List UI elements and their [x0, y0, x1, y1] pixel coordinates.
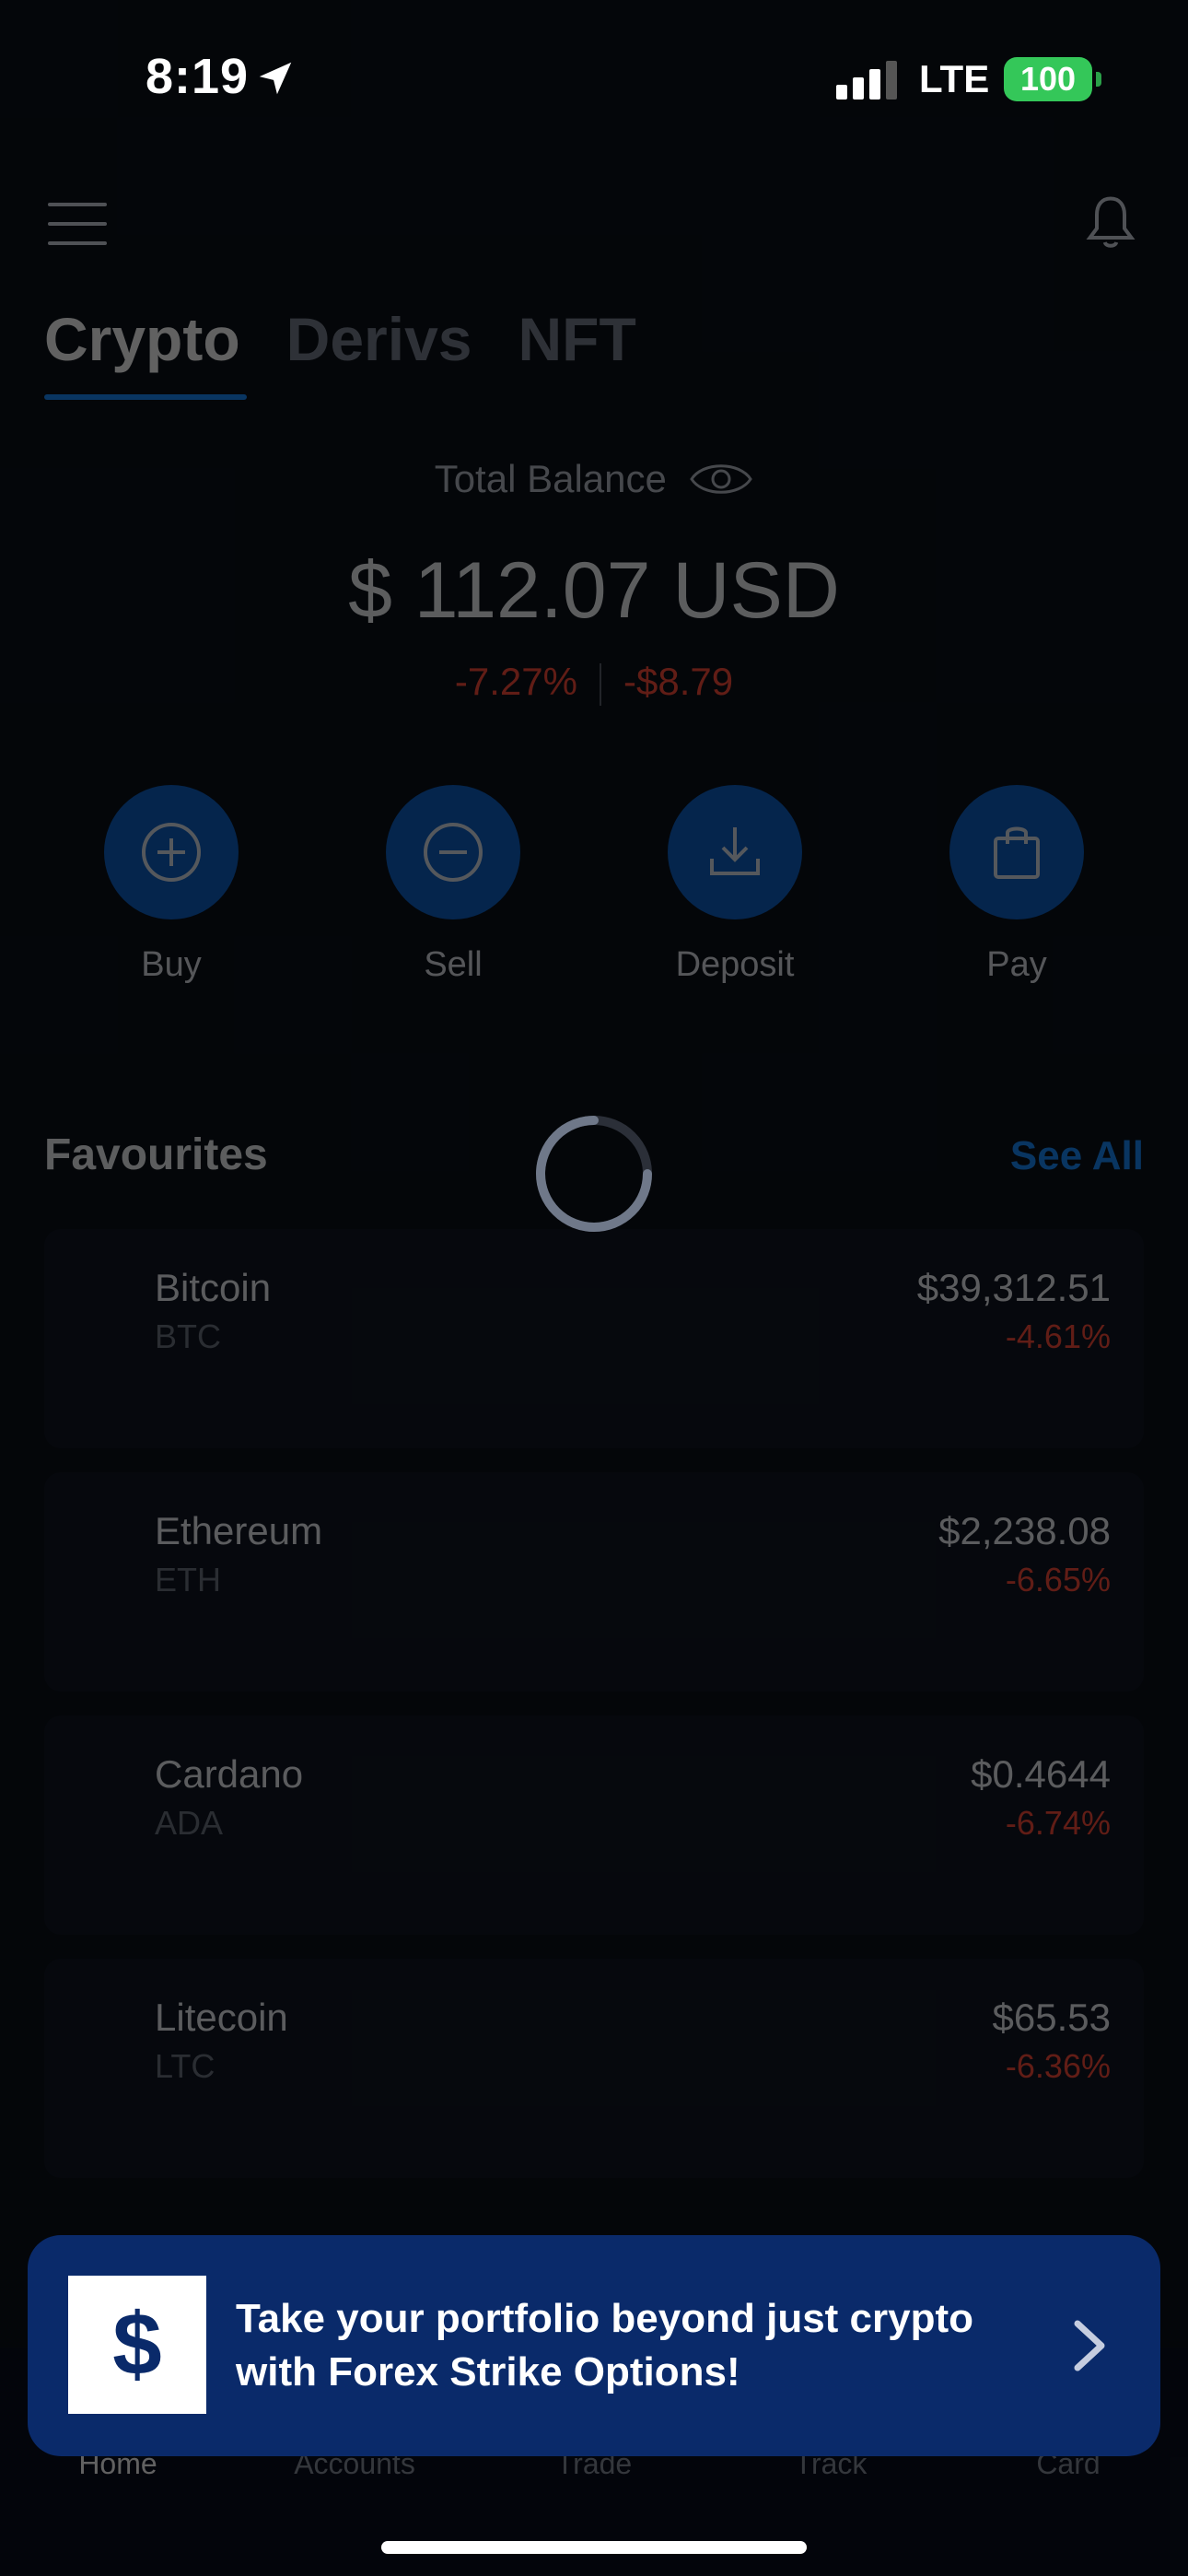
asset-change: -6.36% [1005, 2047, 1111, 2085]
status-bar: 8:19 LTE 100 [0, 0, 1188, 157]
action-buttons: Buy Sell Deposit Pay [0, 785, 1188, 988]
eye-icon[interactable] [689, 458, 753, 500]
sell-circle[interactable] [386, 785, 520, 919]
dollar-logo-text: $ [112, 2295, 162, 2394]
asset-change: -4.61% [1005, 1317, 1111, 1355]
shopping-bag-icon [994, 826, 1040, 879]
tab-nft[interactable]: NFT [518, 304, 635, 391]
see-all-link[interactable]: See All [1010, 1133, 1144, 1179]
asset-change: -6.65% [1005, 1561, 1111, 1598]
app-screen: Crypto Derivs NFT Total Balance $ 112.07… [0, 0, 1188, 2576]
buy-circle[interactable] [104, 785, 239, 919]
balance-amount: $ 112.07 USD [348, 546, 840, 635]
balance-change: -7.27% -$8.79 [0, 660, 1188, 706]
favourite-card-litecoin[interactable]: Litecoin LTC $65.53 -6.36% [44, 1959, 1144, 2178]
dollar-logo-icon: $ [68, 2276, 206, 2414]
buy-button[interactable]: Buy [104, 785, 239, 985]
asset-price: $65.53 [992, 1996, 1111, 2039]
deposit-button[interactable]: Deposit [668, 785, 802, 985]
menu-icon[interactable] [48, 203, 107, 245]
signal-icon [836, 61, 897, 100]
asset-tabs: Crypto Derivs NFT [44, 304, 636, 400]
sell-button[interactable]: Sell [386, 785, 520, 985]
balance-label: Total Balance [434, 457, 667, 500]
divider [599, 662, 601, 706]
balance-header: Total Balance [0, 457, 1188, 501]
asset-symbol: LTC [155, 2047, 215, 2085]
pay-circle[interactable] [949, 785, 1084, 919]
asset-price: $2,238.08 [938, 1509, 1111, 1552]
battery-indicator: 100 [1004, 57, 1092, 101]
favourite-card-cardano[interactable]: Cardano ADA $0.4644 -6.74% [44, 1715, 1144, 1935]
asset-name: Litecoin [155, 1996, 288, 2039]
deposit-circle[interactable] [668, 785, 802, 919]
sell-label: Sell [424, 945, 483, 984]
balance-change-percent: -7.27% [454, 660, 577, 703]
plus-circle-icon [142, 823, 201, 882]
asset-symbol: ETH [155, 1561, 221, 1598]
buy-label: Buy [141, 945, 202, 984]
asset-symbol: ADA [155, 1804, 224, 1842]
battery-tip [1096, 72, 1101, 87]
loading-spinner-icon [536, 1116, 652, 1232]
asset-name: Bitcoin [155, 1266, 272, 1309]
minus-circle-icon [424, 823, 483, 882]
asset-price: $0.4644 [971, 1752, 1111, 1796]
chevron-right-icon[interactable] [1066, 2318, 1112, 2373]
promo-banner[interactable]: $ Take your portfolio beyond just crypto… [28, 2235, 1160, 2456]
asset-change: -6.74% [1005, 1804, 1111, 1842]
tab-crypto[interactable]: Crypto [44, 304, 247, 400]
pay-button[interactable]: Pay [949, 785, 1084, 985]
promo-text: Take your portfolio beyond just crypto w… [236, 2296, 974, 2395]
asset-name: Ethereum [155, 1509, 323, 1552]
favourites-title: Favourites [44, 1130, 268, 1179]
tab-derivs[interactable]: Derivs [286, 304, 472, 391]
network-label: LTE [919, 57, 990, 100]
favourite-card-bitcoin[interactable]: Bitcoin BTC $39,312.51 -4.61% [44, 1229, 1144, 1448]
status-time: 8:19 [146, 49, 250, 104]
favourite-card-ethereum[interactable]: Ethereum ETH $2,238.08 -6.65% [44, 1472, 1144, 1692]
pay-label: Pay [986, 945, 1047, 984]
bell-icon[interactable] [1083, 193, 1138, 254]
location-arrow-icon [259, 62, 292, 95]
home-indicator[interactable] [381, 2541, 807, 2554]
balance-change-value: -$8.79 [623, 660, 734, 703]
asset-name: Cardano [155, 1752, 304, 1796]
download-icon [710, 827, 760, 875]
deposit-label: Deposit [675, 945, 795, 984]
asset-price: $39,312.51 [916, 1266, 1111, 1309]
asset-symbol: BTC [155, 1317, 221, 1355]
